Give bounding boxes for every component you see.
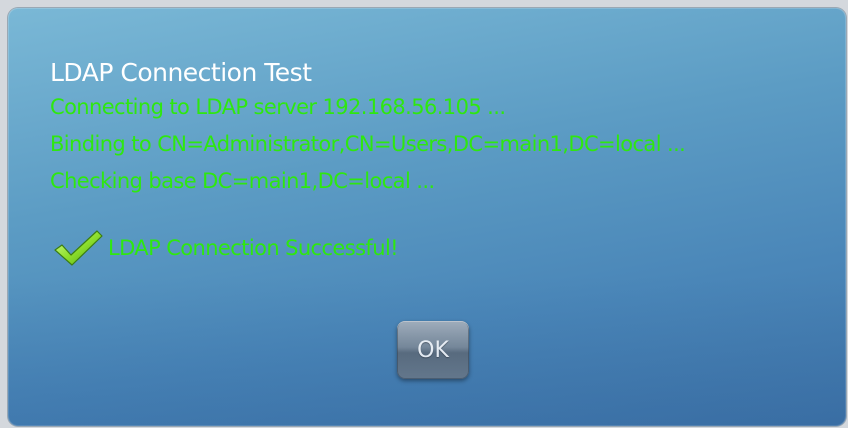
checkmark-icon xyxy=(52,228,104,268)
dialog-title: LDAP Connection Test xyxy=(50,58,312,87)
screen-frame: LDAP Connection Test Connecting to LDAP … xyxy=(0,0,848,428)
result-message: LDAP Connection Successful! xyxy=(108,236,399,260)
log-line-binding: Binding to CN=Administrator,CN=Users,DC=… xyxy=(50,132,686,156)
ok-button[interactable]: OK xyxy=(397,321,469,379)
ldap-test-dialog: LDAP Connection Test Connecting to LDAP … xyxy=(8,8,846,426)
log-line-checking-base: Checking base DC=main1,DC=local ... xyxy=(50,169,435,193)
log-line-connecting: Connecting to LDAP server 192.168.56.105… xyxy=(50,95,506,119)
result-row: LDAP Connection Successful! xyxy=(52,228,399,268)
